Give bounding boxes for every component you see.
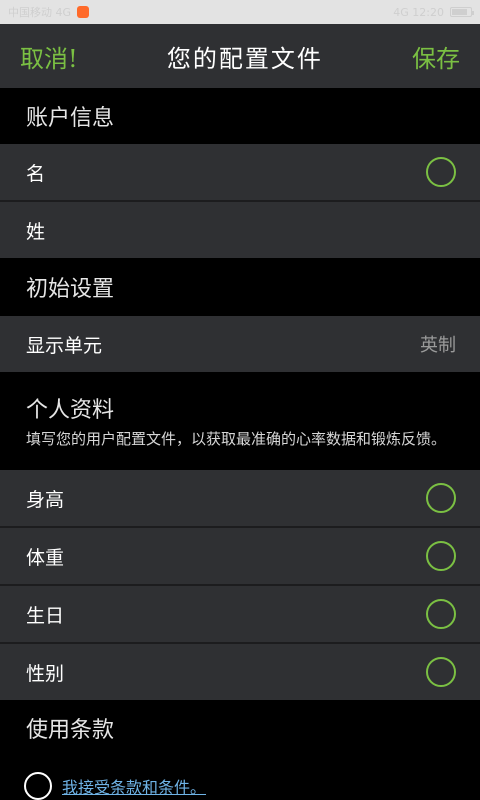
height-label: 身高	[26, 488, 65, 511]
terms-agree-link[interactable]: 我接受条款和条件。	[62, 774, 206, 798]
battery-icon	[450, 7, 474, 17]
height-row[interactable]: 身高	[0, 470, 480, 526]
display-unit-value: 英制	[420, 335, 456, 356]
display-unit-label: 显示单元	[26, 334, 103, 357]
section-account-title: 账户信息	[26, 106, 115, 131]
gender-radio[interactable]	[426, 657, 456, 687]
save-button[interactable]: 保存	[412, 39, 460, 74]
status-right: 4G 12:20	[393, 5, 474, 19]
gender-row[interactable]: 性别	[0, 644, 480, 700]
page-title: 您的配置文件	[166, 44, 323, 73]
section-initial-settings: 初始设置	[0, 258, 480, 316]
height-radio[interactable]	[426, 483, 456, 513]
first-name-radio[interactable]	[426, 157, 456, 187]
last-name-label: 姓	[26, 220, 46, 243]
section-profile-title: 个人资料	[26, 398, 115, 423]
weight-label: 体重	[26, 546, 65, 569]
status-left: 中国移动 4G	[8, 4, 90, 20]
first-name-label: 名	[26, 162, 46, 185]
birthday-label: 生日	[26, 604, 65, 627]
carrier-text: 中国移动 4G	[8, 6, 72, 19]
birthday-row[interactable]: 生日	[0, 586, 480, 642]
section-account: 账户信息	[0, 88, 480, 144]
section-initial-settings-title: 初始设置	[26, 277, 115, 302]
status-bar: 中国移动 4G 4G 12:20	[0, 0, 480, 24]
section-terms-title: 使用条款	[26, 718, 115, 743]
terms-agree-row[interactable]: 我接受条款和条件。	[24, 772, 206, 800]
cancel-button[interactable]: 取消!	[20, 39, 78, 74]
notification-icon	[77, 6, 90, 18]
display-unit-row[interactable]: 显示单元 英制	[0, 316, 480, 372]
birthday-radio[interactable]	[426, 599, 456, 629]
section-profile: 个人资料 填写您的用户配置文件，以获取最准确的心率数据和锻炼反馈。	[0, 372, 480, 470]
weight-row[interactable]: 体重	[0, 528, 480, 584]
gender-label: 性别	[26, 662, 65, 685]
section-profile-description: 填写您的用户配置文件，以获取最准确的心率数据和锻炼反馈。	[26, 430, 447, 448]
terms-agree-radio[interactable]	[24, 772, 52, 800]
first-name-row[interactable]: 名	[0, 144, 480, 200]
status-right-text: 4G 12:20	[393, 5, 444, 19]
weight-radio[interactable]	[426, 541, 456, 571]
header-bar: 取消! 您的配置文件 保存	[0, 24, 480, 88]
last-name-row[interactable]: 姓	[0, 202, 480, 258]
section-terms: 使用条款	[0, 700, 480, 756]
